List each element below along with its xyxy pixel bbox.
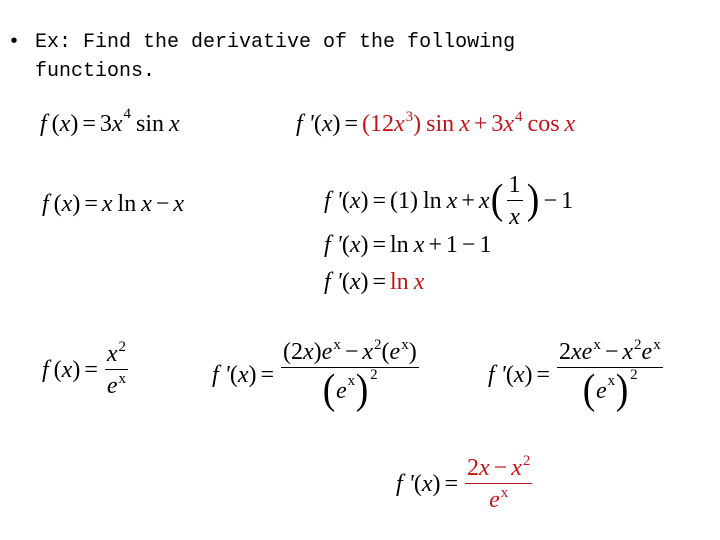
quotient-rule-fraction: (2x)ex − x2(ex) (e x) 2 bbox=[281, 337, 419, 414]
example-2-step-1: f '(x) = (1) ln x + x ( 1x ) −1 bbox=[324, 172, 574, 231]
example-3-step-3: f '(x) = 2x − x2 ex bbox=[396, 453, 533, 514]
example-1-answer: (12x3) sin x +3x4 cos x bbox=[362, 109, 576, 137]
example-2-step-2: f '(x) = ln x +1−1 bbox=[324, 232, 492, 258]
simplified-fraction: 2xex − x2ex (e x) 2 bbox=[557, 337, 663, 414]
example-2-step-3: f '(x) = ln x bbox=[324, 269, 425, 295]
example-3-step-1: f '(x) = (2x)ex − x2(ex) (e x) 2 bbox=[212, 337, 419, 414]
example-3-answer: 2x − x2 ex bbox=[465, 453, 533, 514]
example-2-function: f(x) = x ln x − x bbox=[42, 191, 185, 217]
heading-line-2: functions. bbox=[35, 60, 156, 83]
example-1-derivative: f '(x) = (12x3) sin x +3x4 cos x bbox=[296, 109, 576, 137]
heading-line-1: Ex: Find the derivative of the following bbox=[35, 31, 516, 54]
example-3-function: f(x) = x2 ex bbox=[42, 339, 129, 400]
example-2-answer: ln x bbox=[390, 269, 425, 295]
example-1-function: f(x) = 3 x 4 sin x bbox=[40, 105, 180, 137]
fraction-one-over-x: 1x bbox=[506, 172, 523, 231]
example-3-step-2: f '(x) = 2xex − x2ex (e x) 2 bbox=[488, 337, 663, 414]
bullet: • bbox=[8, 31, 21, 54]
fraction-x2-over-ex: x2 ex bbox=[104, 339, 129, 400]
